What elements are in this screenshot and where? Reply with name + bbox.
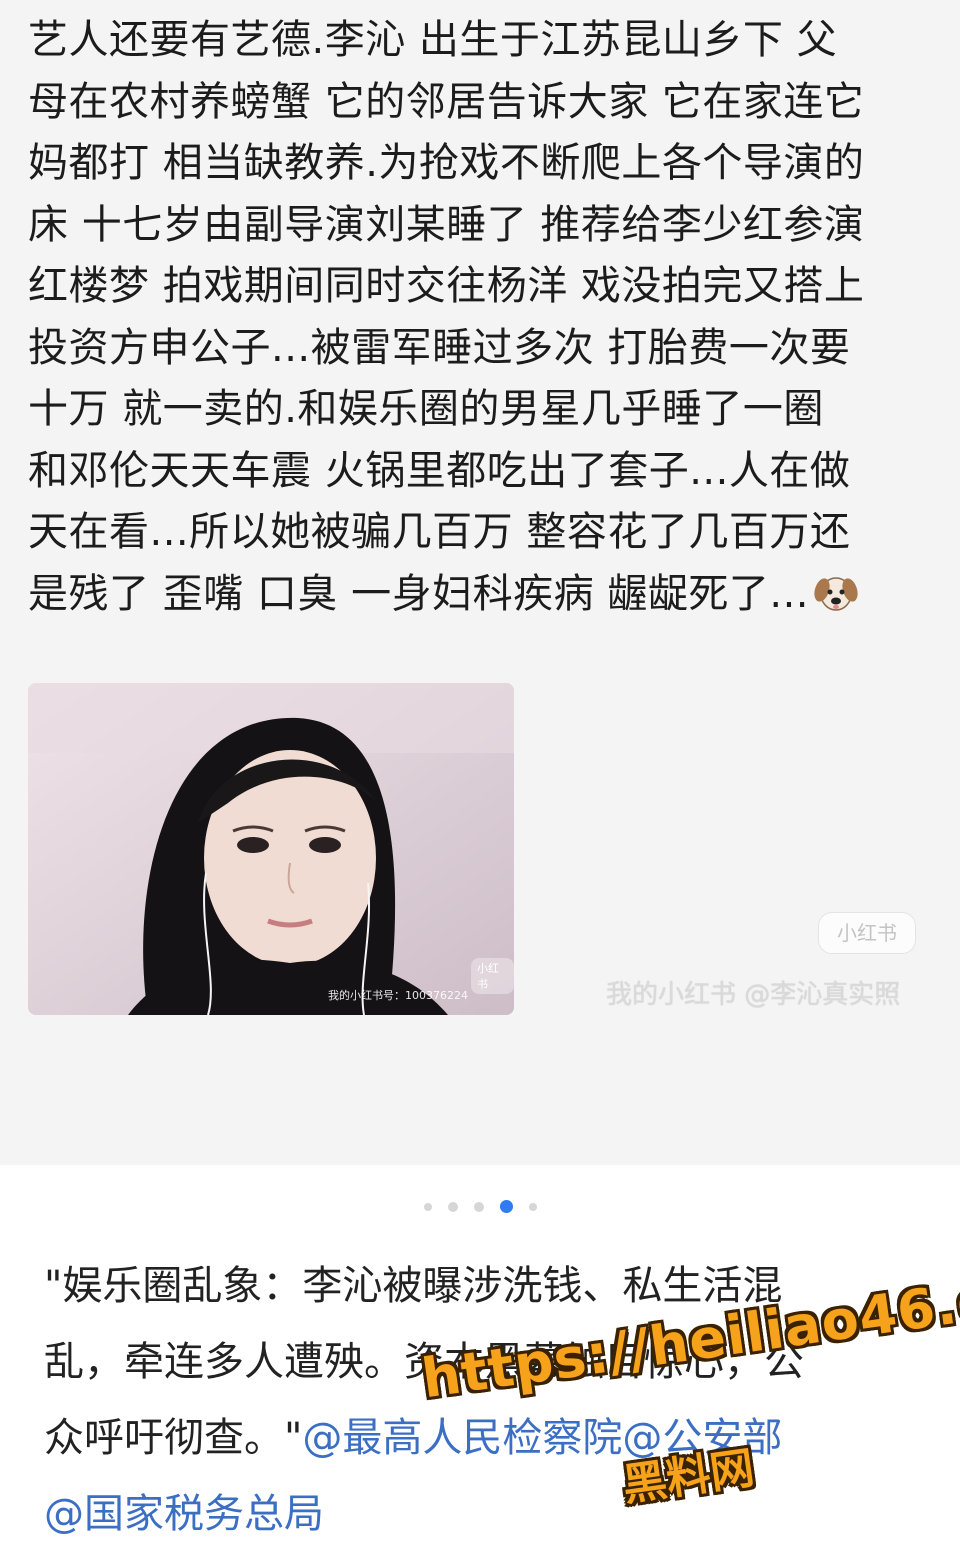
post-text-line: 艺人还要有艺德.李沁 出生于江苏昆山乡下 父: [28, 17, 838, 63]
caption-line: @国家税务总局: [44, 1476, 924, 1552]
mention-link-procuratorate[interactable]: @最高人民检察院: [302, 1415, 622, 1461]
post-text-line: 母在农村养螃蟹 它的邻居告诉大家 它在家连它: [28, 78, 865, 125]
caption-text: "娱乐圈乱象：李沁被曝涉洗钱、私生活混 乱，牵连多人遭殃。资本黑幕触目惊心，公 …: [44, 1248, 924, 1552]
pagination-dots[interactable]: [0, 1200, 960, 1214]
post-screenshot: 艺人还要有艺德.李沁 出生于江苏昆山乡下 父 母在农村养螃蟹 它的邻居告诉大家 …: [0, 0, 960, 1165]
profile-photo[interactable]: 小红书 我的小红书号：100376224: [28, 683, 514, 1015]
caption-line: 乱，牵连多人遭殃。资本黑幕触目惊心，公: [44, 1339, 804, 1385]
post-text-line: 红楼梦 拍戏期间同时交往杨洋 戏没拍完又搭上: [28, 263, 865, 309]
post-text-line: 是残了 歪嘴 口臭 一身妇科疾病 龌龊死了...: [28, 570, 810, 617]
post-text-line: 床 十七岁由副导演刘某睡了 推荐给李少红参演: [28, 201, 865, 248]
image-watermark: 我的小红书 @李沁真实照: [606, 980, 901, 1010]
post-text-line: 天在看...所以她被骗几百万 整容花了几百万还: [28, 509, 851, 555]
xiaohongshu-logo: 小红书: [818, 912, 916, 954]
caption-line: 众呼吁彻查。"@最高人民检察院@公安部: [44, 1400, 924, 1476]
post-text-line: 投资方申公子...被雷军睡过多次 打胎费一次要: [28, 324, 851, 371]
xiaohongshu-logo: 小红书: [471, 958, 514, 994]
page-dot[interactable]: [423, 1202, 432, 1211]
post-text-line: 和邓伦天天车震 火锅里都吃出了套子...人在做: [28, 447, 851, 494]
post-text: 艺人还要有艺德.李沁 出生于江苏昆山乡下 父 母在农村养螃蟹 它的邻居告诉大家 …: [28, 10, 948, 625]
page-dot[interactable]: [447, 1201, 458, 1212]
post-text-line-last: 是残了 歪嘴 口臭 一身妇科疾病 龌龊死了...: [28, 564, 948, 626]
photo-caption: 我的小红书号：100376224: [328, 989, 468, 1002]
caption-line: "娱乐圈乱象：李沁被曝涉洗钱、私生活混: [44, 1263, 783, 1309]
page-dot-active[interactable]: [499, 1200, 513, 1213]
post-text-line: 十万 就一卖的.和娱乐圈的男星几乎睡了一圈: [28, 386, 824, 432]
page-dot[interactable]: [473, 1201, 484, 1212]
dog-face-icon: [813, 570, 859, 611]
page-dot[interactable]: [528, 1202, 537, 1211]
mention-link-public-security[interactable]: @公安部: [622, 1415, 782, 1461]
caption-line-text: 众呼吁彻查。": [44, 1415, 303, 1461]
post-text-line: 妈都打 相当缺教养.为抢戏不断爬上各个导演的: [28, 140, 865, 186]
mention-link-tax-bureau[interactable]: @国家税务总局: [44, 1491, 324, 1537]
